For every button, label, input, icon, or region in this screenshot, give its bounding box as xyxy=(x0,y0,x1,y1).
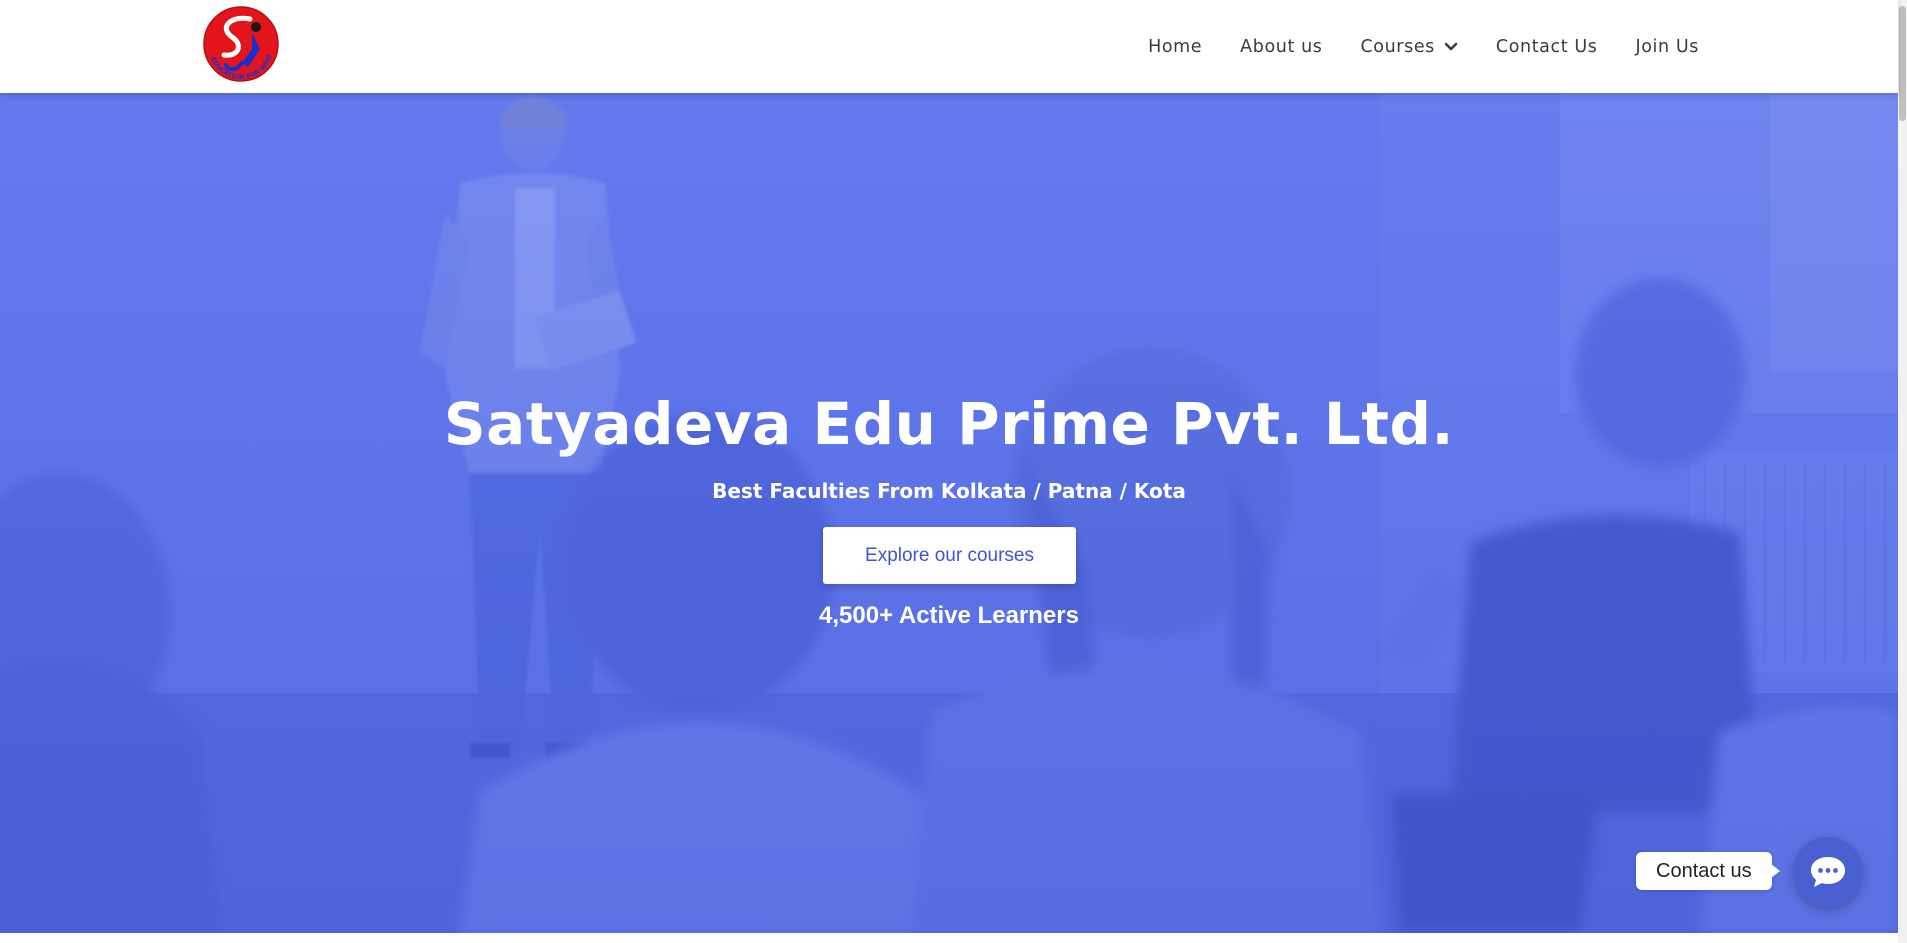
nav-home-label: Home xyxy=(1148,36,1203,57)
hero-title: Satyadeva Edu Prime Pvt. Ltd. xyxy=(443,390,1455,458)
nav-about-label: About us xyxy=(1240,36,1323,57)
nav-home[interactable]: Home xyxy=(1148,37,1202,57)
nav-join[interactable]: Join Us xyxy=(1635,37,1699,57)
active-learners-count: 4,500+ Active Learners xyxy=(819,602,1079,629)
logo-icon: EDUCATION FOR WHOLE NATION xyxy=(199,0,279,82)
nav-contact[interactable]: Contact Us xyxy=(1496,37,1598,57)
hero-section: Satyadeva Edu Prime Pvt. Ltd. Best Facul… xyxy=(0,93,1898,933)
explore-courses-label: Explore our courses xyxy=(865,544,1034,566)
contact-chat-button[interactable] xyxy=(1793,837,1863,907)
explore-courses-button[interactable]: Explore our courses xyxy=(823,527,1076,584)
site-header: EDUCATION FOR WHOLE NATION Home About us… xyxy=(0,0,1898,93)
hero-subtitle: Best Faculties From Kolkata / Patna / Ko… xyxy=(712,479,1186,503)
main-nav: Home About us Courses Contact Us Join Us xyxy=(1148,0,1699,93)
nav-courses-label: Courses xyxy=(1360,36,1435,57)
logo[interactable]: EDUCATION FOR WHOLE NATION xyxy=(199,0,280,89)
nav-contact-label: Contact Us xyxy=(1495,36,1598,57)
nav-join-label: Join Us xyxy=(1635,36,1699,57)
contact-us-label: Contact us xyxy=(1656,859,1752,882)
chevron-down-icon xyxy=(1444,42,1458,50)
contact-us-tooltip[interactable]: Contact us xyxy=(1636,852,1780,890)
nav-about[interactable]: About us xyxy=(1240,37,1322,57)
hero-overlay xyxy=(0,93,1898,933)
nav-courses[interactable]: Courses xyxy=(1360,36,1458,57)
page-scrollbar[interactable] xyxy=(1898,0,1907,943)
chat-bubble-icon xyxy=(1811,857,1845,887)
scrollbar-thumb[interactable] xyxy=(1899,6,1906,121)
